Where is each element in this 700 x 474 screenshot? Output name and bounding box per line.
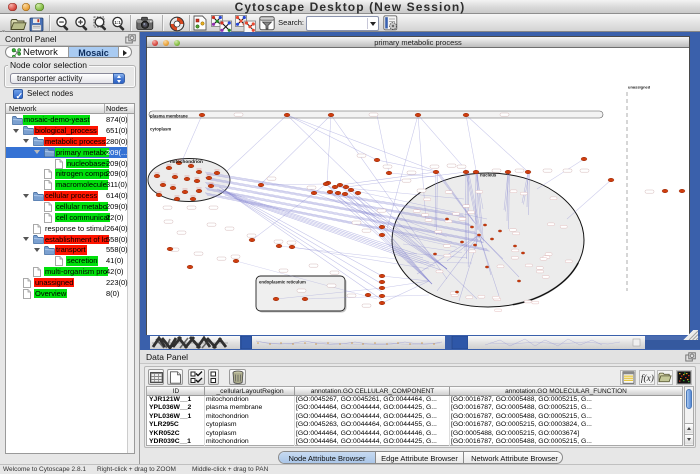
- svg-text:mitochondrion: mitochondrion: [170, 159, 203, 164]
- svg-text:nucleus: nucleus: [480, 173, 497, 178]
- svg-text:1:1: 1:1: [114, 20, 121, 25]
- svg-text:unassigned: unassigned: [628, 85, 651, 90]
- svg-text:f(x): f(x): [641, 373, 654, 384]
- svg-text:plasma membrane: plasma membrane: [150, 114, 188, 119]
- svg-text:cytoplasm: cytoplasm: [150, 127, 171, 132]
- svg-text:endoplasmic reticulum: endoplasmic reticulum: [259, 280, 306, 285]
